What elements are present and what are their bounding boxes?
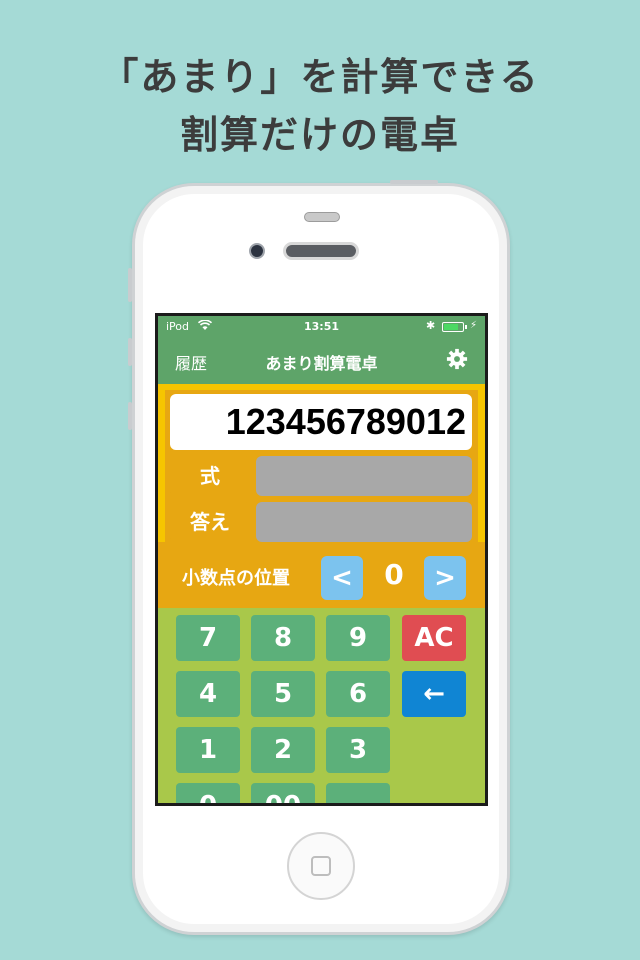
status-bar: iPod 13:51 ✱ ⚡ (158, 316, 485, 336)
key-1[interactable]: 1 (176, 727, 240, 773)
key-blank[interactable] (326, 783, 390, 803)
decimal-position-bar: 小数点の位置 < 0 > (158, 542, 485, 608)
key-00[interactable]: 00 (251, 783, 315, 803)
battery-tip (465, 325, 467, 329)
key-2[interactable]: 2 (251, 727, 315, 773)
nav-bar: iPod 13:51 ✱ ⚡ 履歴 あまり割算電卓 (158, 316, 485, 384)
decimal-decrease-button[interactable]: < (321, 556, 363, 600)
earpiece (283, 242, 359, 260)
volume-down-button (128, 402, 132, 430)
home-square-icon (311, 856, 331, 876)
key-6[interactable]: 6 (326, 671, 390, 717)
headline-line-1: 「あまり」を計算できる (100, 55, 540, 99)
key-5[interactable]: 5 (251, 671, 315, 717)
answer-label: 答え (170, 502, 250, 542)
key-7[interactable]: 7 (176, 615, 240, 661)
status-time: 13:51 (303, 320, 339, 333)
backspace-button[interactable]: ← (402, 671, 466, 717)
decimal-increase-button[interactable]: > (424, 556, 466, 600)
key-8[interactable]: 8 (251, 615, 315, 661)
mute-switch (128, 268, 132, 302)
key-9[interactable]: 9 (326, 615, 390, 661)
top-speaker (304, 212, 340, 222)
all-clear-button[interactable]: AC (402, 615, 466, 661)
decimal-position-value: 0 (384, 558, 404, 591)
main-display: 123456789012 (170, 394, 472, 450)
headline-line-2: 割算だけの電卓 (179, 113, 460, 157)
expression-value (256, 456, 472, 496)
phone-screen: iPod 13:51 ✱ ⚡ 履歴 あまり割算電卓 123456789012 式… (155, 313, 488, 806)
answer-value (256, 502, 472, 542)
expression-label: 式 (170, 456, 250, 496)
front-camera (249, 243, 265, 259)
key-0[interactable]: 0 (176, 783, 240, 803)
volume-up-button (128, 338, 132, 366)
key-3[interactable]: 3 (326, 727, 390, 773)
charging-bolt-icon: ⚡ (470, 320, 478, 331)
key-4[interactable]: 4 (176, 671, 240, 717)
gear-icon[interactable] (446, 348, 468, 375)
keypad: 7 8 9 AC 4 5 6 ← 1 2 3 0 00 (158, 608, 485, 803)
nav-title: あまり割算電卓 (265, 354, 378, 373)
home-button[interactable] (287, 832, 355, 900)
decimal-position-label: 小数点の位置 (182, 568, 290, 589)
power-button (390, 180, 438, 184)
battery-icon (442, 322, 464, 332)
display-area: 123456789012 式 答え (158, 384, 485, 544)
bluetooth-icon: ✱ (426, 319, 436, 332)
